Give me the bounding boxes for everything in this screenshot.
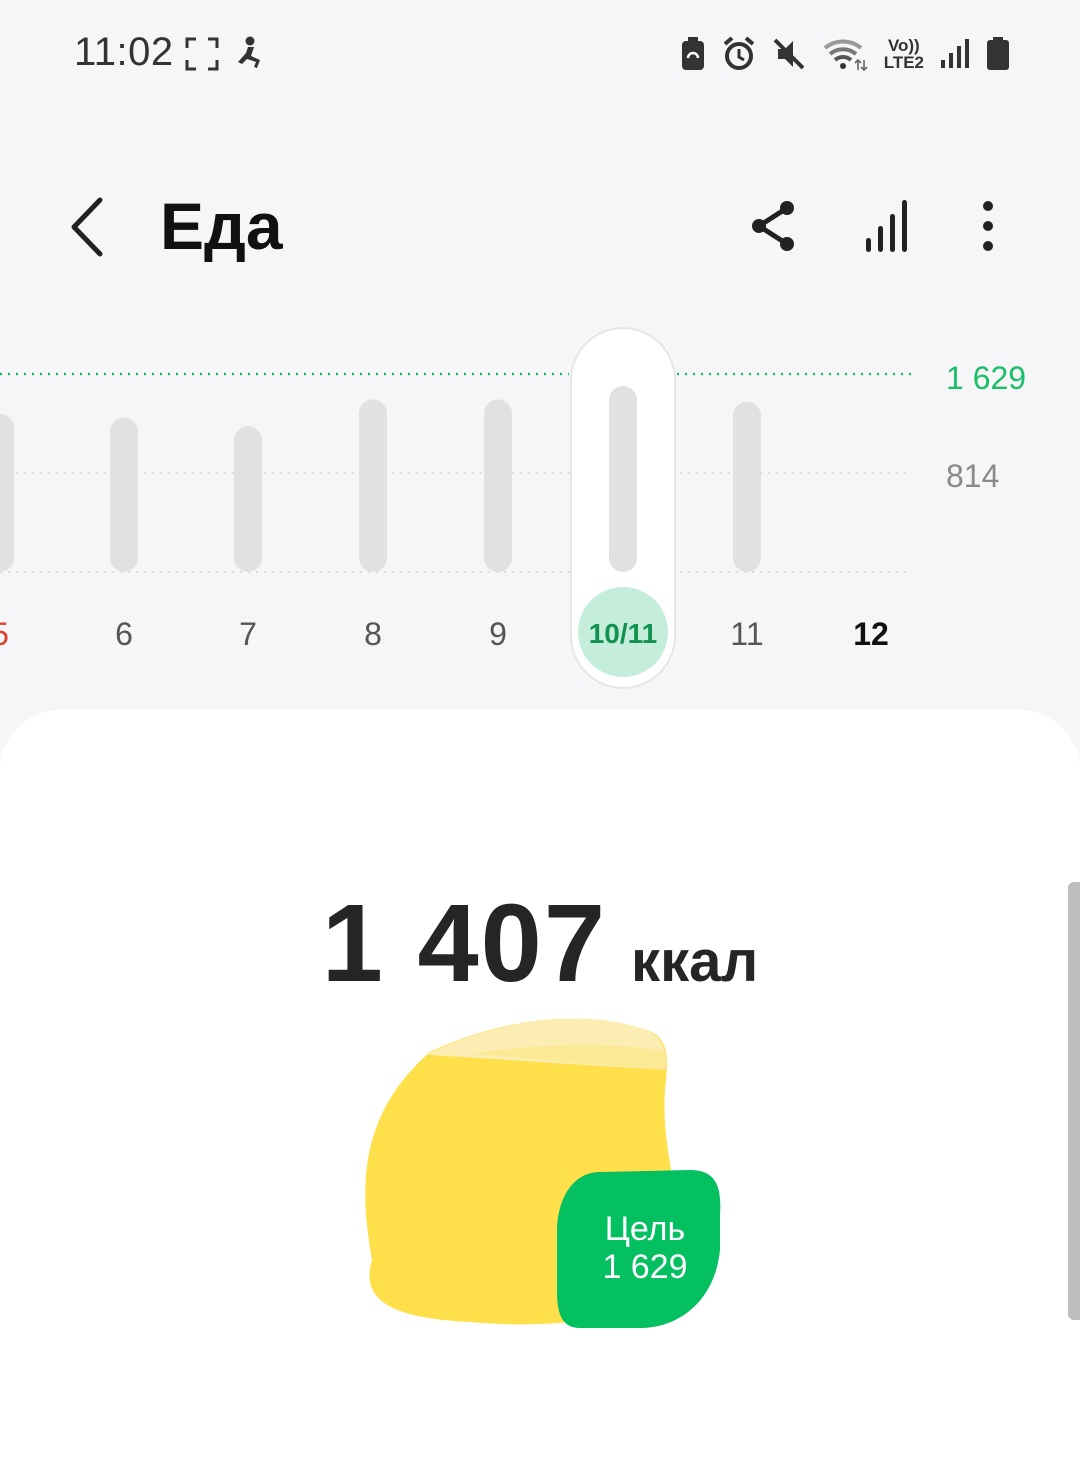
- goal-badge: Цель 1 629: [560, 1210, 730, 1286]
- chart-bar[interactable]: [359, 399, 387, 572]
- battery-saver-icon: [681, 37, 704, 70]
- volte-text: Vo)): [887, 36, 920, 55]
- more-options-button[interactable]: [958, 196, 1018, 256]
- mid-line-label: 814: [946, 458, 1000, 494]
- lte-text: LTE2: [883, 53, 924, 72]
- goal-value: 1 629: [602, 1248, 688, 1286]
- alarm-icon: [723, 36, 754, 70]
- chart-bar[interactable]: [733, 401, 761, 572]
- kcal-value: 1 407: [321, 882, 608, 1005]
- x-tick-label[interactable]: 5: [0, 616, 9, 653]
- calorie-blob: [365, 1018, 721, 1328]
- chart-bar[interactable]: [0, 413, 14, 572]
- x-tick-label[interactable]: 6: [115, 616, 133, 653]
- back-button[interactable]: [62, 192, 122, 262]
- x-tick-label[interactable]: 9: [489, 616, 507, 653]
- x-tick-label[interactable]: 8: [364, 616, 382, 653]
- mute-icon: [773, 38, 805, 70]
- status-time: 11:02: [74, 30, 174, 74]
- trends-button[interactable]: [858, 196, 918, 256]
- goal-line-label: 1 629: [946, 360, 1027, 396]
- share-button[interactable]: [744, 196, 804, 256]
- x-tick-label[interactable]: 12: [853, 616, 889, 653]
- chart-bar[interactable]: [484, 399, 512, 572]
- share-icon: [752, 201, 794, 251]
- signal-icon: [941, 39, 969, 68]
- chart-bar[interactable]: [234, 426, 262, 572]
- x-tick-label[interactable]: 10/11: [589, 618, 658, 650]
- goal-label: Цель: [604, 1210, 686, 1248]
- battery-icon: [987, 37, 1009, 70]
- x-tick-label[interactable]: 11: [730, 616, 763, 653]
- chart-canvas: [0, 327, 912, 689]
- chart-bars-icon: [866, 200, 907, 252]
- chart-bar[interactable]: [609, 386, 637, 572]
- wifi-icon: [823, 39, 868, 72]
- chevron-left-icon: [71, 197, 103, 257]
- volte-lte2-icon: Vo)) LTE2: [884, 37, 924, 71]
- page-title: Еда: [160, 189, 283, 263]
- more-vert-icon: [983, 201, 993, 251]
- chart-bar[interactable]: [110, 417, 138, 572]
- person-activity-icon: [238, 36, 260, 68]
- x-tick-label[interactable]: 7: [239, 616, 257, 653]
- calorie-chart[interactable]: 1 629 814 5 6 7 8 9 10/11 11 12: [0, 320, 1080, 700]
- kcal-unit: ккал: [631, 929, 759, 994]
- screenshot-frame-icon: [185, 37, 219, 71]
- kcal-total: 1 407 ккал: [0, 880, 1080, 1007]
